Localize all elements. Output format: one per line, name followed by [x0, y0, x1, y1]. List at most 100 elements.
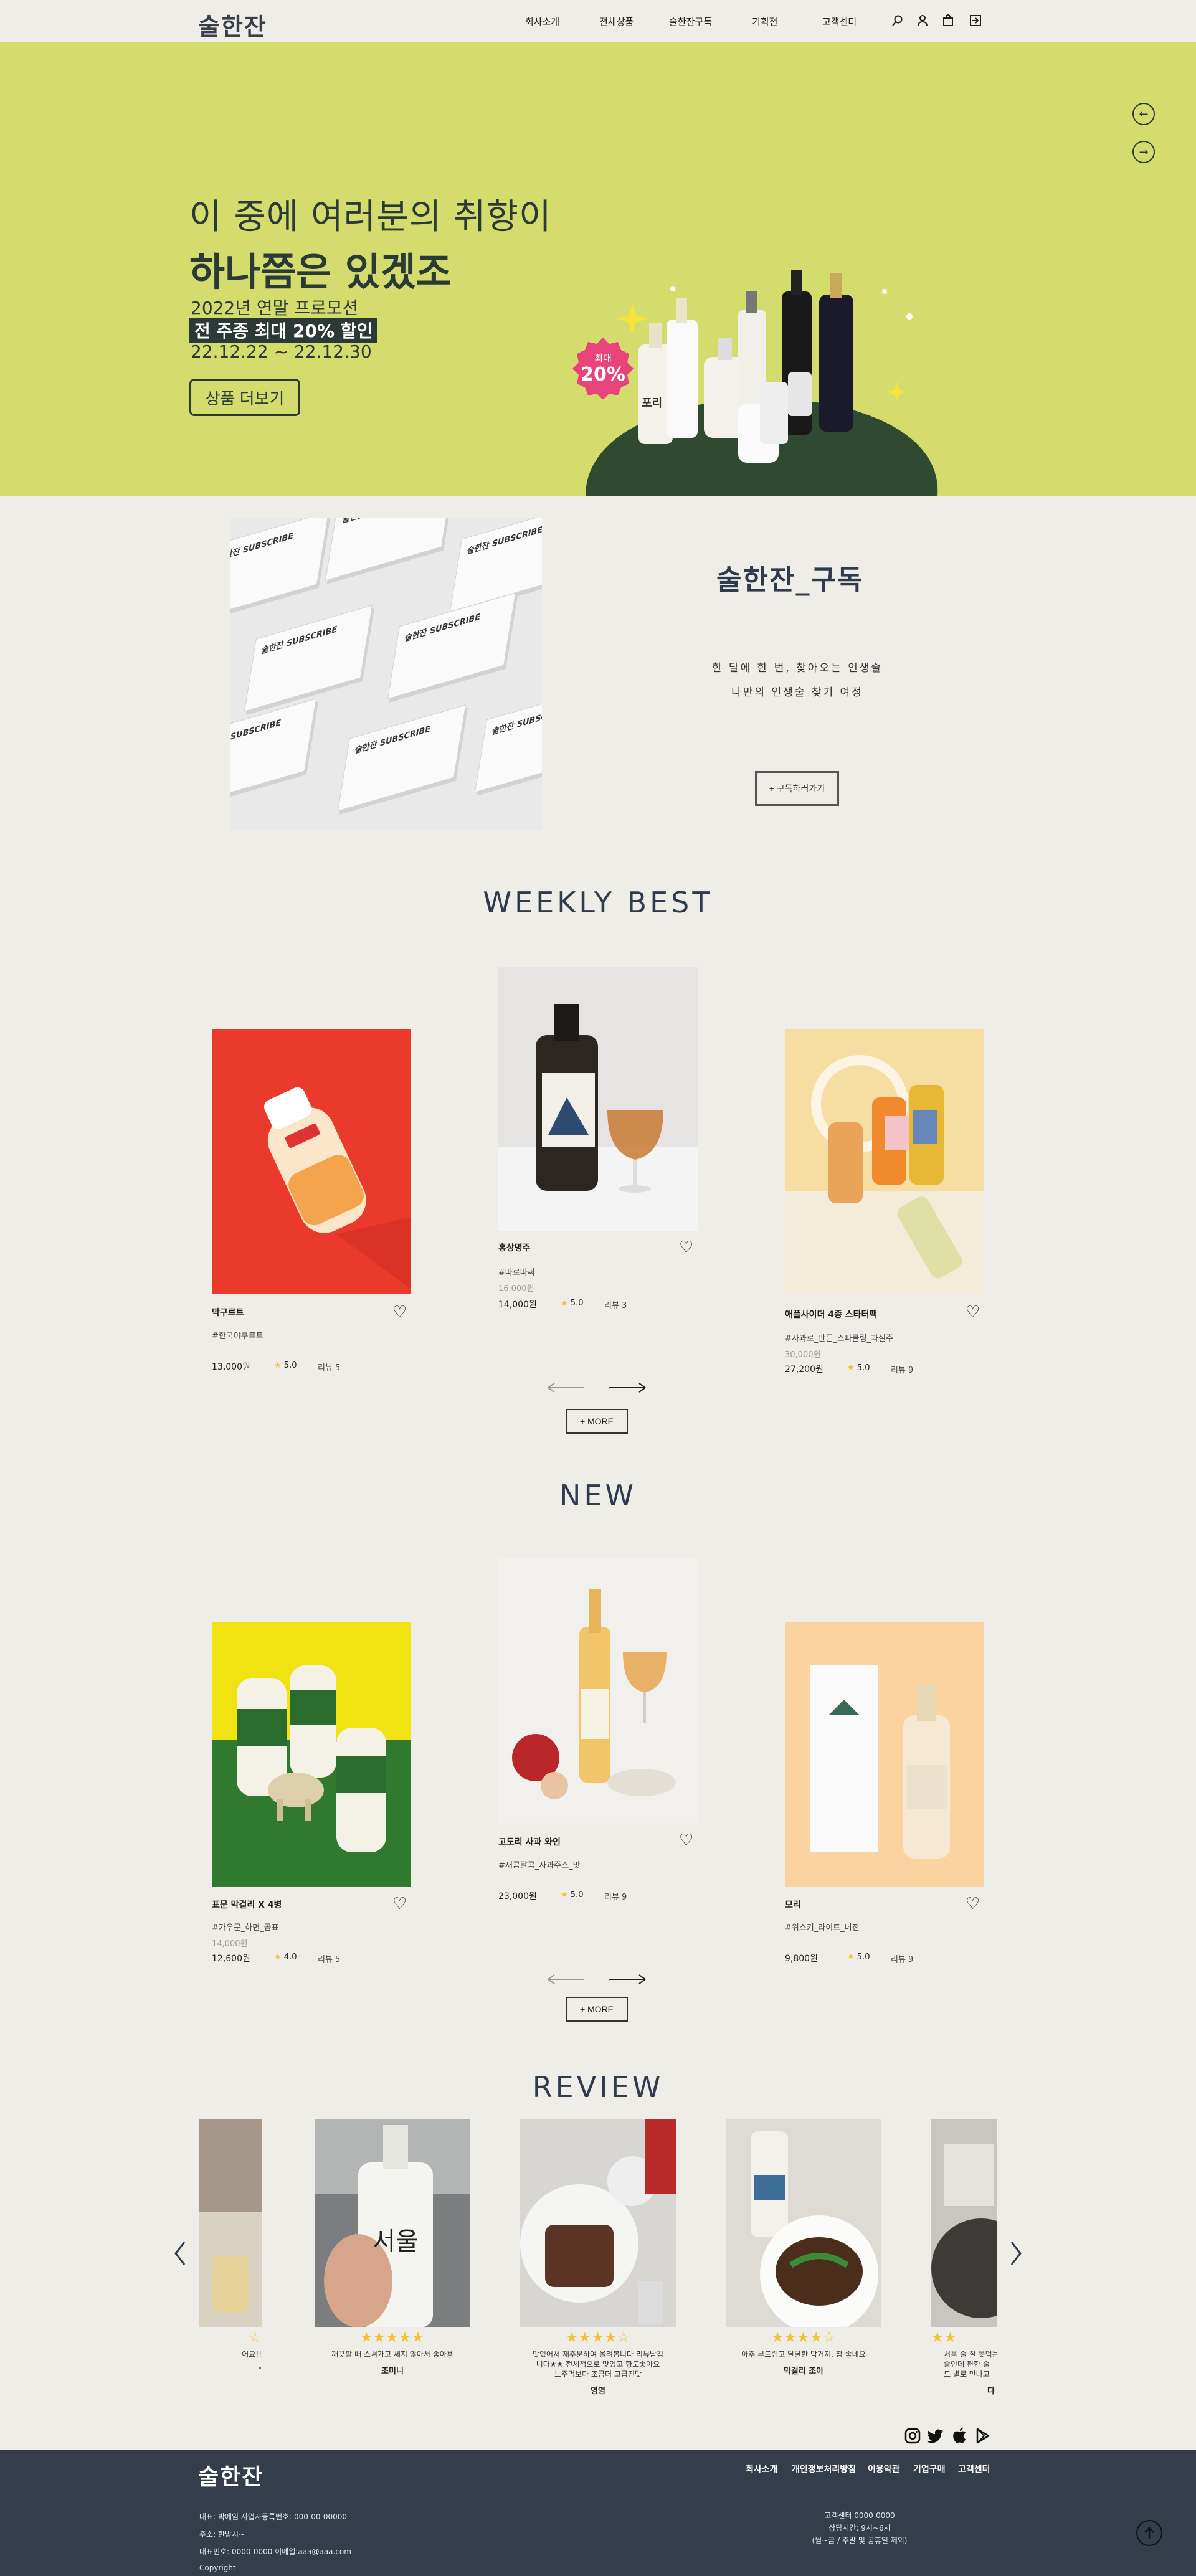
review-card[interactable]: ★★ 처음 술 잘 못먹는 술인데 편한 술 도 별로 만나고 다: [931, 2119, 997, 2396]
subscribe-desc-2: 나만의 인생술 찾기 여정: [731, 686, 863, 699]
product-rating: ★ 5.0: [847, 1953, 870, 1962]
product-rating: ★ 5.0: [847, 1363, 870, 1373]
star-icon: ★: [274, 1361, 282, 1370]
product-image[interactable]: [785, 1622, 984, 1887]
product-name[interactable]: 막구르트: [212, 1306, 244, 1319]
bag-icon[interactable]: [940, 12, 956, 29]
nav-about[interactable]: 회사소개: [525, 15, 559, 28]
footer-logo[interactable]: 술한잔: [198, 2459, 263, 2491]
reviewer-name: 다: [987, 2387, 995, 2396]
product-old-price: 16,000원: [498, 1284, 534, 1294]
product-reviews: 리뷰 9: [604, 1893, 627, 1902]
weekly-prev-arrow-icon[interactable]: [547, 1381, 586, 1394]
scroll-top-icon[interactable]: [1136, 2520, 1162, 2546]
nav-all-products[interactable]: 전체상품: [599, 15, 634, 28]
heart-icon[interactable]: ♡: [966, 1304, 980, 1320]
footer-cs-phone: 고객센터 0000-0000: [824, 2511, 895, 2520]
weekly-next-arrow-icon[interactable]: [608, 1381, 647, 1394]
product-rating: ★ 5.0: [274, 1361, 297, 1370]
product-name[interactable]: 모리: [785, 1898, 801, 1911]
footer-cs-note: (월~금 / 주말 및 공휴일 제외): [812, 2536, 908, 2545]
new-more-button[interactable]: + MORE: [566, 1997, 628, 2022]
product-image[interactable]: [212, 1029, 411, 1294]
site-footer: 술한잔 회사소개 개인정보처리방침 이용약관 기업구매 고객센터 대표: 박예임…: [0, 2450, 1196, 2576]
play-store-icon[interactable]: [975, 2428, 990, 2444]
hero-headline-1: 이 중에 여러분의 취향이: [189, 197, 552, 237]
new-prev-arrow-icon[interactable]: [547, 1973, 586, 1986]
footer-about[interactable]: 회사소개: [746, 2463, 778, 2475]
bottle-label: 포리: [642, 397, 663, 410]
review-stars: ★★★★★: [360, 2330, 425, 2346]
subscribe-desc-1: 한 달에 한 번, 찾아오는 인생술: [711, 662, 883, 675]
product-old-price: 30,000원: [785, 1350, 821, 1360]
nav-subscribe[interactable]: 술한잔구독: [669, 15, 712, 28]
footer-terms[interactable]: 이용약관: [868, 2463, 900, 2475]
apple-icon[interactable]: [952, 2427, 967, 2444]
logout-icon[interactable]: [967, 12, 984, 29]
review-card[interactable]: ★★★★☆ 맛있어서 재주문하여 올려봅니다 리뷰남김 니다★★ 전체적으로 맛…: [520, 2119, 676, 2396]
product-tag: #사과로_만든_스파클링_과실주: [785, 1334, 893, 1343]
product-name[interactable]: 고도리 사과 와인: [498, 1835, 561, 1848]
review-carousel: ☆ 어요!! · 서울 ★★★★★ 깨끗할 때 스쳐가고 세지 않아서 좋아용 …: [199, 2119, 997, 2412]
review-next-icon[interactable]: [1009, 2241, 1023, 2266]
reviewer-name: ·: [259, 2364, 262, 2374]
subscribe-button[interactable]: + 구독하러가기: [755, 771, 839, 806]
review-prev-icon[interactable]: [173, 2241, 187, 2266]
product-tag: #위스키_라이트_버전: [785, 1923, 860, 1933]
instagram-icon[interactable]: [904, 2428, 921, 2444]
nav-exhibition[interactable]: 기획전: [752, 15, 777, 28]
search-icon[interactable]: [890, 12, 906, 29]
heart-icon[interactable]: ♡: [679, 1239, 693, 1256]
footer-address: 주소: 한밭시~: [199, 2530, 245, 2539]
review-card[interactable]: ★★★★☆ 아주 부드럽고 달달한 막거지. 참 좋네요 막걸리 조아: [726, 2119, 881, 2376]
review-card[interactable]: 서울 ★★★★★ 깨끗할 때 스쳐가고 세지 않아서 좋아용 조미니: [315, 2119, 470, 2376]
new-next-arrow-icon[interactable]: [608, 1973, 647, 1986]
product-rating: ★ 5.0: [561, 1299, 584, 1308]
footer-privacy[interactable]: 개인정보처리방침: [792, 2463, 856, 2475]
star-icon: ★: [561, 1299, 568, 1308]
product-name[interactable]: 애플사이더 4종 스타터팩: [785, 1308, 877, 1320]
user-icon[interactable]: [914, 12, 931, 29]
review-stars: ★★★★☆: [771, 2330, 836, 2346]
product-image[interactable]: [498, 967, 698, 1231]
subscribe-boxes-image: 술한잔 SUBSCRIBE 술한잔 SUBSCRIBE 술한잔 SUBSCRIB…: [230, 518, 542, 830]
product-price: 14,000원: [498, 1300, 537, 1310]
view-products-button[interactable]: 상품 더보기: [189, 379, 300, 416]
heart-icon[interactable]: ♡: [392, 1304, 407, 1320]
heart-icon[interactable]: ♡: [392, 1896, 407, 1912]
product-reviews: 리뷰 9: [891, 1955, 914, 1964]
star-icon: ★: [847, 1953, 855, 1962]
product-reviews: 리뷰 5: [318, 1955, 341, 1964]
review-stars: ★★: [931, 2330, 957, 2346]
hero-prev-arrow-icon[interactable]: ←: [1132, 103, 1155, 125]
product-old-price: 14,000원: [212, 1939, 248, 1949]
star-icon: ★: [274, 1953, 282, 1962]
footer-copyright: Copyright: [199, 2564, 236, 2572]
new-title: NEW: [559, 1479, 637, 1512]
promo-dates: 22.12.22 ~ 22.12.30: [191, 341, 372, 362]
product-price: 13,000원: [212, 1362, 250, 1372]
weekly-more-button[interactable]: + MORE: [566, 1409, 628, 1434]
product-image[interactable]: [785, 1029, 984, 1294]
heart-icon[interactable]: ♡: [966, 1896, 980, 1912]
heart-icon[interactable]: ♡: [679, 1832, 693, 1849]
star-icon: ★: [847, 1363, 855, 1373]
hero-headline-2: 하나쯤은 있겠조: [189, 249, 452, 295]
review-card[interactable]: ☆ 어요!! ·: [199, 2119, 262, 2374]
site-logo[interactable]: 술한잔: [198, 7, 267, 42]
footer-customer-center[interactable]: 고객센터: [958, 2463, 990, 2475]
review-text: 아주 부드럽고 달달한 막거지. 참 좋네요: [741, 2350, 866, 2359]
reviewer-name: 영영: [591, 2387, 605, 2396]
review-stars: ☆: [249, 2330, 262, 2346]
footer-corporate[interactable]: 기업구매: [913, 2463, 946, 2475]
product-image[interactable]: [212, 1622, 411, 1887]
product-price: 12,600원: [212, 1954, 250, 1964]
hero-next-arrow-icon[interactable]: →: [1132, 141, 1155, 163]
discount-badge: 최대 20%: [572, 336, 634, 399]
nav-customer-center[interactable]: 고객센터: [822, 15, 857, 28]
product-name[interactable]: 표문 막걸리 X 4병: [212, 1898, 282, 1911]
footer-cs-hours: 상담시간: 9시~6시: [828, 2524, 891, 2532]
product-name[interactable]: 홍상명주: [498, 1241, 531, 1254]
twitter-icon[interactable]: [927, 2428, 944, 2444]
product-image[interactable]: [498, 1558, 698, 1823]
